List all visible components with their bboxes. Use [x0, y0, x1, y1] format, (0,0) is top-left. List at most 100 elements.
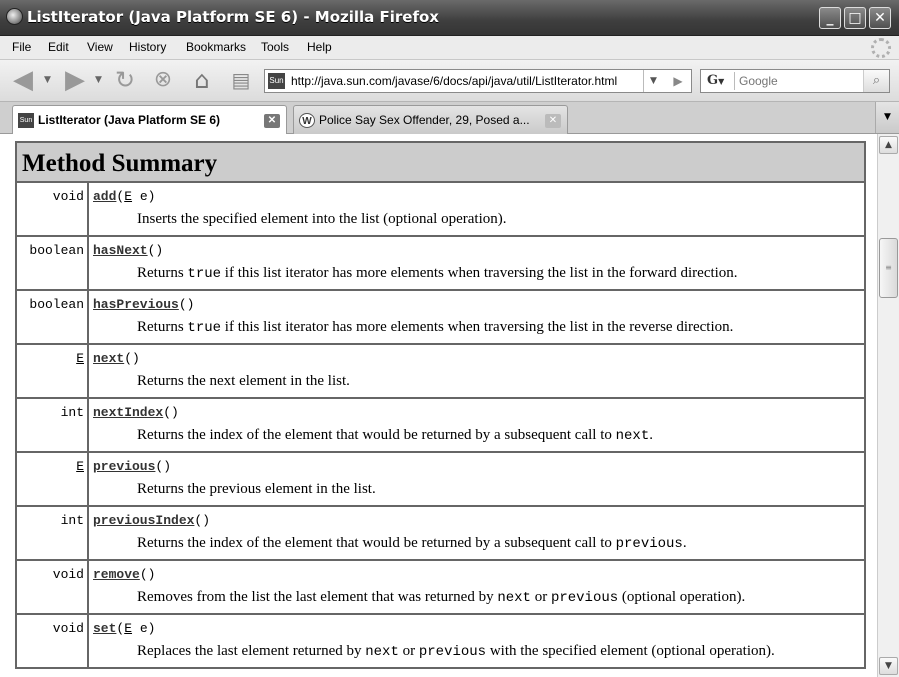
description-text: Replaces the last element returned by — [137, 643, 366, 659]
tab-label: Police Say Sex Offender, 29, Posed a... — [319, 113, 530, 127]
description-text: (optional operation). — [618, 589, 746, 605]
menu-tools[interactable]: Tools — [261, 40, 289, 54]
method-name-link[interactable]: next — [93, 351, 124, 366]
menu-history[interactable]: History — [129, 40, 166, 54]
tab-close-icon[interactable]: ✕ — [545, 114, 561, 128]
tab-listiterator[interactable]: Sun ListIterator (Java Platform SE 6) ✕ — [12, 105, 287, 135]
description-text: Returns the index of the element that wo… — [137, 535, 616, 551]
back-history-dropdown[interactable]: ▼ — [44, 75, 51, 85]
return-type: boolean — [29, 297, 84, 312]
signature-parens: () — [194, 513, 211, 528]
method-name-link[interactable]: remove — [93, 567, 140, 582]
search-bar[interactable]: G▼ ⌕ — [700, 69, 890, 93]
window-titlebar[interactable]: ListIterator (Java Platform SE 6) - Mozi… — [0, 0, 899, 36]
method-signature: hasNext() — [93, 243, 864, 263]
method-signature: previous() — [93, 459, 864, 479]
go-arrow-icon[interactable]: ▶ — [665, 70, 691, 92]
minimize-button[interactable]: _ — [819, 7, 841, 29]
return-type-cell: boolean — [16, 236, 89, 290]
magnifier-icon[interactable]: ⌕ — [863, 70, 889, 92]
code-literal: true — [187, 320, 222, 336]
param-type-link[interactable]: E — [124, 621, 132, 636]
signature-parens: () — [147, 243, 164, 258]
menu-bookmarks[interactable]: Bookmarks — [186, 40, 246, 54]
method-name-link[interactable]: hasNext — [93, 243, 148, 258]
scroll-up-arrow-icon[interactable]: ▲ — [879, 136, 898, 154]
maximize-button[interactable]: □ — [844, 7, 866, 29]
url-input[interactable]: http://java.sun.com/javase/6/docs/api/ja… — [291, 74, 641, 88]
description-text: Returns the previous element in the list… — [137, 481, 376, 497]
description-text: Returns — [137, 319, 188, 335]
method-row: int previousIndex() Returns the index of t… — [16, 506, 865, 560]
activity-throbber-icon — [871, 38, 891, 58]
method-detail-cell: previous() Returns the previous element i… — [88, 452, 865, 506]
method-description: Returns true if this list iterator has m… — [93, 265, 864, 282]
method-description: Returns the index of the element that wo… — [93, 427, 864, 444]
return-type: int — [60, 405, 84, 420]
url-history-dropdown[interactable]: ▼ — [643, 70, 663, 92]
method-description: Replaces the last element returned by ne… — [93, 643, 864, 660]
method-name-link[interactable]: hasPrevious — [93, 297, 179, 312]
method-name-link[interactable]: nextIndex — [93, 405, 163, 420]
method-name-link[interactable]: set — [93, 621, 116, 636]
navigation-toolbar: ◀ ▼ ▶ ▼ ↻ ⊗ ⌂ ▤ Sun http://java.sun.com/… — [0, 60, 899, 102]
method-detail-cell: remove() Removes from the list the last e… — [88, 560, 865, 614]
return-type-cell: void — [16, 182, 89, 236]
description-text: or — [398, 643, 419, 659]
return-type-link[interactable]: E — [76, 459, 84, 474]
method-signature: remove() — [93, 567, 864, 587]
url-bar[interactable]: Sun http://java.sun.com/javase/6/docs/ap… — [264, 69, 692, 93]
bookmark-add-icon[interactable]: ▤ — [226, 66, 256, 96]
description-text: Removes from the list the last element t… — [137, 589, 498, 605]
sun-favicon-icon: Sun — [18, 113, 34, 128]
menu-edit[interactable]: Edit — [48, 40, 69, 54]
tab-close-icon[interactable]: ✕ — [264, 114, 280, 128]
return-type-cell: E — [16, 452, 89, 506]
vertical-scrollbar[interactable]: ▲ ≡ ▼ — [877, 134, 899, 677]
method-name-link[interactable]: previous — [93, 459, 155, 474]
tab-label: ListIterator (Java Platform SE 6) — [38, 113, 221, 127]
method-row: boolean hasNext() Returns true if this lis… — [16, 236, 865, 290]
signature-parens: () — [163, 405, 179, 420]
method-summary-header: Method Summary — [16, 142, 865, 182]
search-input[interactable] — [739, 73, 859, 89]
return-type-cell: boolean — [16, 290, 89, 344]
menu-view[interactable]: View — [87, 40, 113, 54]
search-engine-selector[interactable]: G▼ — [703, 72, 735, 90]
close-button[interactable]: ✕ — [869, 7, 891, 29]
scroll-thumb[interactable]: ≡ — [879, 238, 898, 298]
method-name-link[interactable]: previousIndex — [93, 513, 194, 528]
menu-help[interactable]: Help — [307, 40, 332, 54]
menu-file[interactable]: File — [12, 40, 31, 54]
code-literal: previous — [418, 644, 487, 660]
return-type-cell: void — [16, 560, 89, 614]
description-text: . — [682, 535, 687, 551]
tab-police-story[interactable]: W Police Say Sex Offender, 29, Posed a..… — [293, 105, 568, 134]
stop-icon[interactable]: ⊗ — [148, 66, 178, 96]
method-name-link[interactable]: add — [93, 189, 116, 204]
scroll-down-arrow-icon[interactable]: ▼ — [879, 657, 898, 675]
method-description: Returns the index of the element that wo… — [93, 535, 864, 552]
return-type-cell: E — [16, 344, 89, 398]
firefox-icon — [6, 8, 23, 25]
forward-history-dropdown[interactable]: ▼ — [95, 75, 102, 85]
method-signature: nextIndex() — [93, 405, 864, 425]
forward-arrow-icon[interactable]: ▶ — [60, 66, 90, 96]
method-detail-cell: set(E e) Replaces the last element return… — [88, 614, 865, 668]
return-type-link[interactable]: E — [76, 351, 84, 366]
menu-bar: File Edit View History Bookmarks Tools H… — [0, 36, 899, 60]
back-arrow-icon[interactable]: ◀ — [8, 66, 38, 96]
method-signature: next() — [93, 351, 864, 371]
method-description: Removes from the list the last element t… — [93, 589, 864, 606]
tab-list-dropdown[interactable]: ▼ — [875, 102, 899, 133]
return-type: void — [52, 567, 84, 582]
reload-icon[interactable]: ↻ — [110, 66, 140, 96]
tab-bar: Sun ListIterator (Java Platform SE 6) ✕ … — [0, 102, 899, 135]
param-type-link[interactable]: E — [124, 189, 132, 204]
home-icon[interactable]: ⌂ — [186, 66, 218, 96]
section-heading: Method Summary — [22, 150, 218, 177]
method-detail-cell: previousIndex() Returns the index of the … — [88, 506, 865, 560]
method-signature: previousIndex() — [93, 513, 864, 533]
return-type: void — [52, 189, 84, 204]
param-name: e) — [132, 189, 156, 204]
